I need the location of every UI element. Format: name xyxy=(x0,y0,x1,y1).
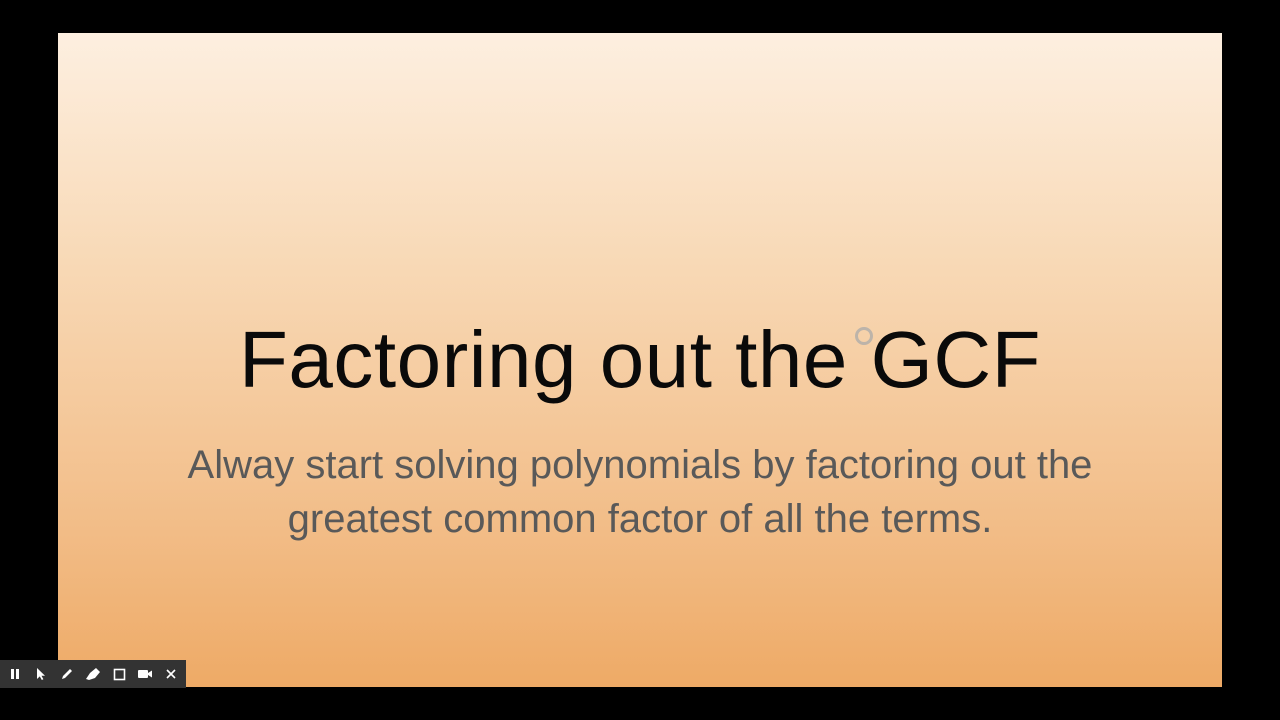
highlighter-tool-button[interactable] xyxy=(80,660,106,688)
close-icon xyxy=(166,669,176,679)
pause-button[interactable] xyxy=(2,660,28,688)
pause-icon xyxy=(11,669,19,679)
slide-subtitle: Alway start solving polynomials by facto… xyxy=(187,443,1093,541)
slide-title: Factoring out the GCF xyxy=(239,315,1041,404)
screen: Factoring out the GCF Alway start solvin… xyxy=(0,0,1280,720)
cursor-icon xyxy=(37,668,45,680)
recording-toolbar xyxy=(0,660,186,688)
pen-tool-button[interactable] xyxy=(54,660,80,688)
highlighter-icon xyxy=(86,668,100,680)
square-icon xyxy=(113,668,125,680)
rectangle-tool-button[interactable] xyxy=(106,660,132,688)
video-camera-icon xyxy=(138,670,152,678)
close-toolbar-button[interactable] xyxy=(158,660,184,688)
presentation-slide: Factoring out the GCF Alway start solvin… xyxy=(58,33,1222,687)
camera-button[interactable] xyxy=(132,660,158,688)
pen-icon xyxy=(62,669,72,679)
pointer-tool-button[interactable] xyxy=(28,660,54,688)
mouse-cursor-indicator xyxy=(855,327,873,345)
